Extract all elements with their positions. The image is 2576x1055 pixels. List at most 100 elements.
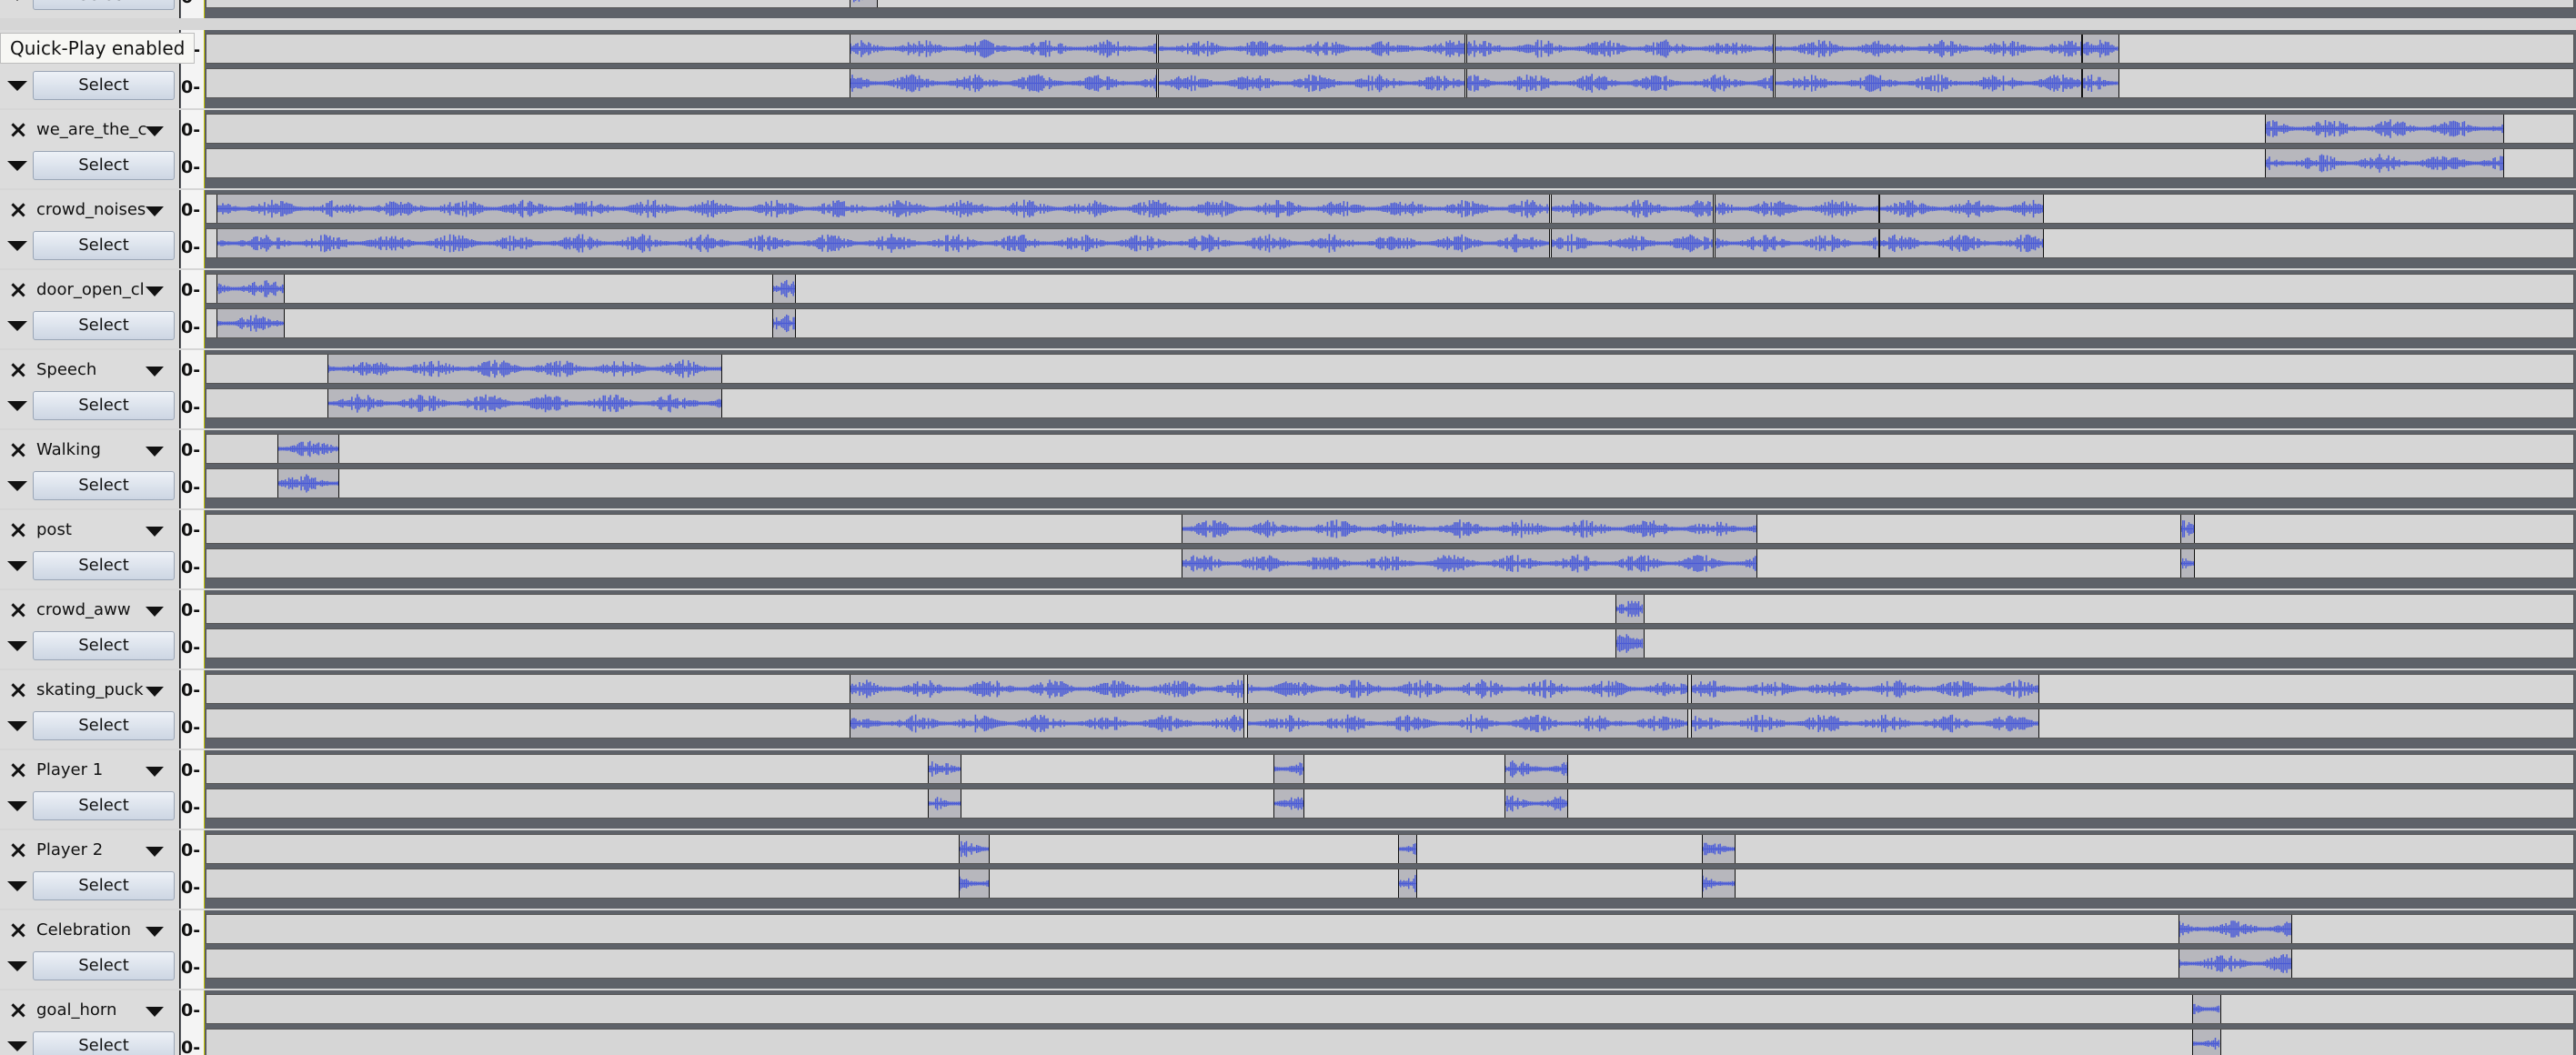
audio-clip[interactable] bbox=[1551, 195, 1715, 223]
channel-lane-right[interactable] bbox=[206, 869, 2574, 899]
channel-lane-left[interactable] bbox=[206, 674, 2574, 704]
select-button[interactable]: Select bbox=[33, 551, 175, 580]
channel-lane-left[interactable] bbox=[206, 114, 2574, 144]
track-menu-chevron-icon[interactable] bbox=[146, 126, 164, 136]
collapse-chevron-icon[interactable] bbox=[7, 81, 27, 91]
close-track-button[interactable]: × bbox=[4, 678, 33, 703]
select-button[interactable]: Select bbox=[33, 391, 175, 420]
close-track-button[interactable]: × bbox=[4, 357, 33, 383]
select-button[interactable]: Select bbox=[33, 791, 175, 820]
audio-clip[interactable] bbox=[1879, 229, 2044, 257]
collapse-chevron-icon[interactable] bbox=[7, 641, 27, 651]
track-menu-chevron-icon[interactable] bbox=[146, 447, 164, 457]
audio-clip[interactable] bbox=[850, 709, 1245, 738]
audio-clip[interactable] bbox=[1247, 675, 1688, 703]
audio-clip[interactable] bbox=[1690, 709, 2039, 738]
audio-clip[interactable] bbox=[1702, 835, 1736, 863]
collapse-chevron-icon[interactable] bbox=[7, 161, 27, 171]
audio-clip[interactable] bbox=[2178, 950, 2292, 978]
audio-clip[interactable] bbox=[1158, 35, 1465, 63]
audio-clip[interactable] bbox=[1690, 675, 2039, 703]
track-name-label[interactable]: skating_puck bbox=[36, 679, 149, 701]
close-track-button[interactable]: × bbox=[4, 838, 33, 863]
track-name-label[interactable]: we_are_the_c bbox=[36, 119, 149, 141]
track-name-label[interactable]: Walking bbox=[36, 439, 149, 461]
channel-lane-left[interactable] bbox=[206, 354, 2574, 384]
close-track-button[interactable]: × bbox=[4, 918, 33, 943]
close-track-button[interactable]: × bbox=[4, 277, 33, 303]
track-name-label[interactable]: Player 2 bbox=[36, 839, 149, 861]
collapse-chevron-icon[interactable] bbox=[7, 961, 27, 971]
audio-clip[interactable] bbox=[216, 309, 286, 337]
audio-clip[interactable] bbox=[1615, 629, 1645, 658]
track-menu-chevron-icon[interactable] bbox=[146, 607, 164, 617]
close-track-button[interactable]: × bbox=[4, 517, 33, 543]
audio-clip[interactable] bbox=[1158, 69, 1465, 97]
track-menu-chevron-icon[interactable] bbox=[146, 767, 164, 777]
select-button[interactable]: Select bbox=[33, 871, 175, 900]
audio-clip[interactable] bbox=[850, 0, 879, 7]
track-menu-chevron-icon[interactable] bbox=[146, 206, 164, 216]
track-menu-chevron-icon[interactable] bbox=[146, 1007, 164, 1017]
audio-clip[interactable] bbox=[1397, 869, 1417, 898]
audio-clip[interactable] bbox=[1774, 35, 2082, 63]
channel-lane-right[interactable] bbox=[206, 708, 2574, 738]
audio-clip[interactable] bbox=[327, 389, 722, 417]
track-menu-chevron-icon[interactable] bbox=[146, 527, 164, 537]
collapse-chevron-icon[interactable] bbox=[7, 241, 27, 251]
track-name-label[interactable]: crowd_noises bbox=[36, 199, 149, 221]
audio-clip[interactable] bbox=[2180, 515, 2196, 543]
audio-clip[interactable] bbox=[1273, 789, 1304, 818]
close-track-button[interactable]: × bbox=[4, 117, 33, 143]
collapse-chevron-icon[interactable] bbox=[7, 561, 27, 571]
track-menu-chevron-icon[interactable] bbox=[146, 687, 164, 697]
audio-clip[interactable] bbox=[772, 275, 797, 303]
collapse-chevron-icon[interactable] bbox=[7, 801, 27, 811]
channel-lane-left[interactable] bbox=[206, 994, 2574, 1024]
audio-clip[interactable] bbox=[1702, 869, 1736, 898]
audio-clip[interactable] bbox=[2265, 115, 2505, 143]
audio-clip[interactable] bbox=[1465, 35, 1774, 63]
audio-clip[interactable] bbox=[2082, 35, 2119, 63]
channel-lane-left[interactable] bbox=[206, 594, 2574, 624]
close-track-button[interactable]: × bbox=[4, 598, 33, 623]
audio-clip[interactable] bbox=[1247, 709, 1688, 738]
audio-clip[interactable] bbox=[850, 675, 1245, 703]
channel-lane-left[interactable] bbox=[206, 754, 2574, 784]
audio-clip[interactable] bbox=[216, 229, 1550, 257]
audio-clip[interactable] bbox=[1504, 755, 1569, 783]
track-name-label[interactable]: post bbox=[36, 519, 149, 541]
audio-clip[interactable] bbox=[1551, 229, 1715, 257]
track-name-label[interactable]: Celebration bbox=[36, 919, 149, 941]
collapse-chevron-icon[interactable] bbox=[7, 321, 27, 331]
audio-clip[interactable] bbox=[1774, 69, 2082, 97]
collapse-chevron-icon[interactable] bbox=[7, 721, 27, 731]
audio-clip[interactable] bbox=[1181, 515, 1757, 543]
channel-lane-left[interactable] bbox=[206, 914, 2574, 944]
track-menu-chevron-icon[interactable] bbox=[146, 927, 164, 937]
track-menu-chevron-icon[interactable] bbox=[146, 367, 164, 377]
select-button[interactable]: Select bbox=[33, 151, 175, 180]
audio-clip[interactable] bbox=[1879, 195, 2044, 223]
close-track-button[interactable]: × bbox=[4, 197, 33, 223]
select-button[interactable]: Select bbox=[33, 711, 175, 740]
audio-clip[interactable] bbox=[1181, 549, 1757, 578]
audio-clip[interactable] bbox=[2265, 149, 2505, 177]
audio-clip[interactable] bbox=[2180, 549, 2196, 578]
channel-lane-left[interactable] bbox=[206, 434, 2574, 464]
close-track-button[interactable]: × bbox=[4, 998, 33, 1023]
audio-clip[interactable] bbox=[850, 35, 1158, 63]
select-button[interactable]: Select bbox=[33, 0, 175, 10]
channel-lane-right[interactable] bbox=[206, 388, 2574, 418]
track-name-label[interactable]: goal_horn bbox=[36, 1000, 149, 1021]
select-button[interactable]: Select bbox=[33, 951, 175, 980]
channel-lane-right[interactable] bbox=[206, 548, 2574, 578]
channel-lane-left[interactable] bbox=[206, 34, 2574, 64]
track-name-label[interactable]: Player 1 bbox=[36, 759, 149, 781]
channel-lane-right[interactable] bbox=[206, 949, 2574, 979]
collapse-chevron-icon[interactable] bbox=[7, 481, 27, 491]
select-button[interactable]: Select bbox=[33, 231, 175, 260]
select-button[interactable]: Select bbox=[33, 311, 175, 340]
audio-clip[interactable] bbox=[1273, 755, 1304, 783]
collapse-chevron-icon[interactable] bbox=[7, 0, 27, 1]
